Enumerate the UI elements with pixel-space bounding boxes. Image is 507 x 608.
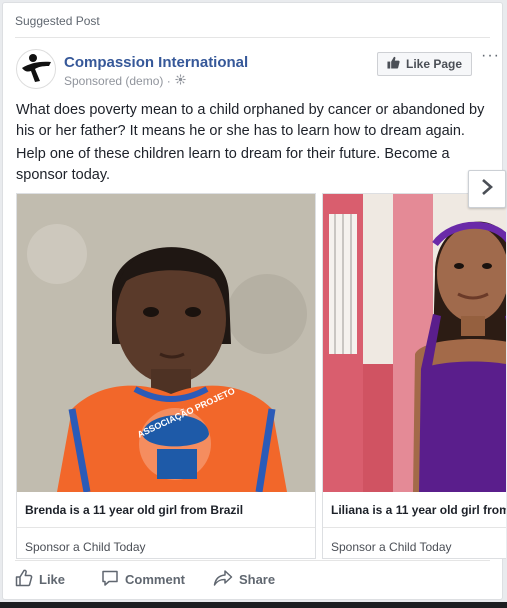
share-icon bbox=[213, 569, 233, 590]
carousel-cta[interactable]: Sponsor a Child Today bbox=[331, 540, 452, 554]
caption-divider bbox=[17, 527, 315, 528]
like-button[interactable]: Like bbox=[15, 569, 65, 590]
post-text-paragraph-2: Help one of these children learn to drea… bbox=[16, 146, 450, 183]
actions-divider bbox=[15, 560, 490, 561]
like-label: Like bbox=[39, 572, 66, 587]
comment-label: Comment bbox=[125, 572, 185, 587]
carousel-card-brenda[interactable]: ASSOCIAÇÃO PROJETO Brenda is a 11 year o… bbox=[16, 193, 316, 559]
suggested-post-label: Suggested Post bbox=[15, 14, 100, 28]
page-bottom-bar bbox=[0, 602, 507, 608]
post-actions-bar: Like Comment Share bbox=[15, 569, 275, 590]
suggested-post-card: Suggested Post Compassion International … bbox=[2, 2, 506, 600]
sponsored-label[interactable]: Sponsored (demo) · bbox=[64, 74, 171, 88]
header-divider bbox=[15, 37, 490, 38]
share-button[interactable]: Share bbox=[213, 569, 275, 590]
carousel-card-liliana[interactable]: Liliana is a 11 year old girl from Spons… bbox=[322, 193, 506, 559]
like-page-label: Like Page bbox=[405, 57, 463, 71]
share-label: Share bbox=[238, 572, 276, 587]
carousel-caption[interactable]: Liliana is a 11 year old girl from bbox=[331, 503, 506, 517]
child-photo-brenda[interactable]: ASSOCIAÇÃO PROJETO bbox=[17, 194, 315, 492]
ad-carousel: ASSOCIAÇÃO PROJETO Brenda is a 11 year o… bbox=[16, 193, 506, 563]
more-options-button[interactable]: ··· bbox=[481, 48, 500, 64]
compassion-logo-icon bbox=[22, 54, 51, 82]
caption-divider bbox=[323, 527, 506, 528]
advertiser-logo[interactable] bbox=[16, 49, 56, 89]
carousel-caption[interactable]: Brenda is a 11 year old girl from Brazil bbox=[25, 503, 243, 517]
thumbs-up-icon bbox=[387, 56, 400, 72]
thumbs-up-icon bbox=[15, 569, 33, 590]
post-text-paragraph-1: What does poverty mean to a child orphan… bbox=[16, 102, 485, 139]
chevron-right-icon bbox=[480, 178, 494, 201]
carousel-cta[interactable]: Sponsor a Child Today bbox=[25, 540, 146, 554]
child-photo-liliana[interactable] bbox=[323, 194, 506, 492]
comment-icon bbox=[101, 569, 119, 590]
sponsored-line: Sponsored (demo) · bbox=[64, 74, 186, 88]
carousel-next-button[interactable] bbox=[468, 170, 506, 208]
globe-icon bbox=[175, 74, 186, 88]
comment-button[interactable]: Comment bbox=[101, 569, 185, 590]
like-page-button[interactable]: Like Page bbox=[377, 52, 472, 76]
advertiser-name-link[interactable]: Compassion International bbox=[64, 54, 248, 71]
